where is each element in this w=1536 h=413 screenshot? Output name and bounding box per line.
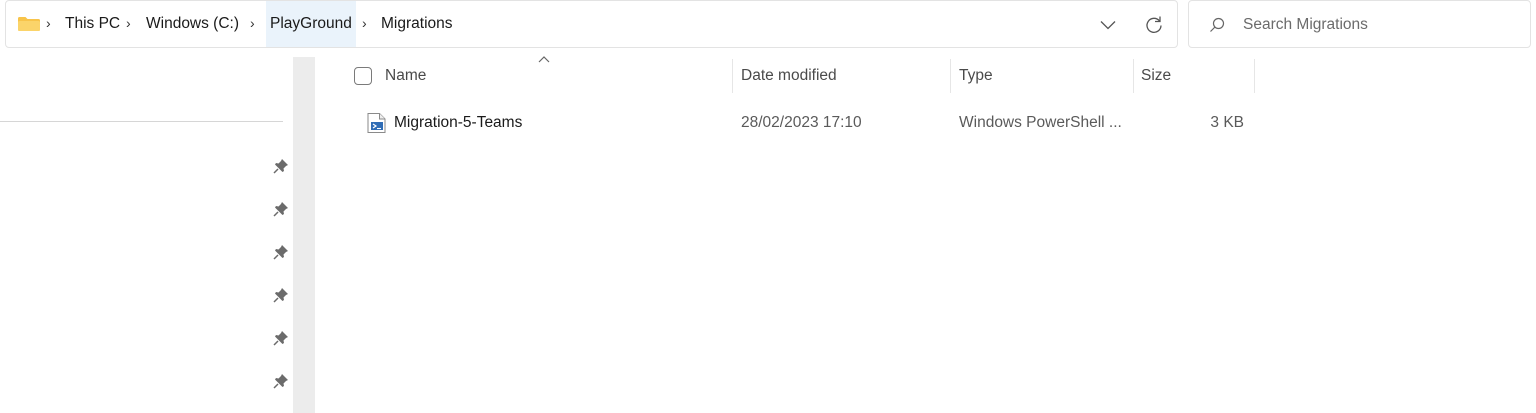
- breadcrumb-migrations[interactable]: Migrations: [381, 1, 453, 47]
- pin-icon[interactable]: [273, 373, 289, 389]
- breadcrumb-windows-c[interactable]: Windows (C:): [146, 1, 239, 47]
- pin-icon[interactable]: [273, 201, 289, 217]
- breadcrumb-separator: ›: [46, 15, 51, 31]
- nav-pane-scrollbar[interactable]: [293, 57, 315, 413]
- refresh-icon: [1146, 16, 1162, 33]
- column-divider[interactable]: [1254, 59, 1255, 93]
- refresh-button[interactable]: [1140, 11, 1168, 39]
- search-box[interactable]: [1188, 0, 1531, 48]
- column-divider[interactable]: [732, 59, 733, 93]
- chevron-down-icon: [1100, 21, 1116, 30]
- search-icon: [1210, 17, 1225, 32]
- address-bar[interactable]: › This PC › Windows (C:) › PlayGround › …: [5, 0, 1178, 48]
- pin-icon[interactable]: [273, 287, 289, 303]
- file-name[interactable]: Migration-5-Teams: [394, 104, 522, 142]
- breadcrumb-separator: ›: [250, 15, 255, 31]
- file-type: Windows PowerShell ...: [959, 114, 1122, 131]
- column-type[interactable]: Type: [959, 55, 993, 97]
- breadcrumb-playground[interactable]: PlayGround: [266, 1, 356, 47]
- column-size[interactable]: Size: [1141, 55, 1171, 97]
- breadcrumb-this-pc[interactable]: This PC: [65, 1, 120, 47]
- pin-icon[interactable]: [273, 158, 289, 174]
- column-divider[interactable]: [950, 59, 951, 93]
- nav-divider: [0, 121, 283, 122]
- pin-icon[interactable]: [273, 244, 289, 260]
- column-name[interactable]: Name: [385, 55, 426, 97]
- breadcrumb-separator: ›: [126, 15, 131, 31]
- column-header: Name Date modified Type Size: [316, 55, 1536, 97]
- column-date-modified[interactable]: Date modified: [741, 55, 837, 97]
- history-dropdown-button[interactable]: [1094, 11, 1122, 39]
- folder-icon: [18, 17, 40, 31]
- file-row[interactable]: Migration-5-Teams 28/02/2023 17:10 Windo…: [316, 104, 1536, 142]
- pin-icon[interactable]: [273, 330, 289, 346]
- column-divider[interactable]: [1133, 59, 1134, 93]
- breadcrumb-separator: ›: [362, 15, 367, 31]
- sort-ascending-icon: [538, 56, 550, 63]
- file-size: 3 KB: [1210, 114, 1244, 131]
- select-all-checkbox[interactable]: [354, 67, 372, 85]
- search-input[interactable]: [1243, 13, 1513, 37]
- file-date-modified: 28/02/2023 17:10: [741, 114, 862, 131]
- powershell-script-icon: [367, 113, 386, 133]
